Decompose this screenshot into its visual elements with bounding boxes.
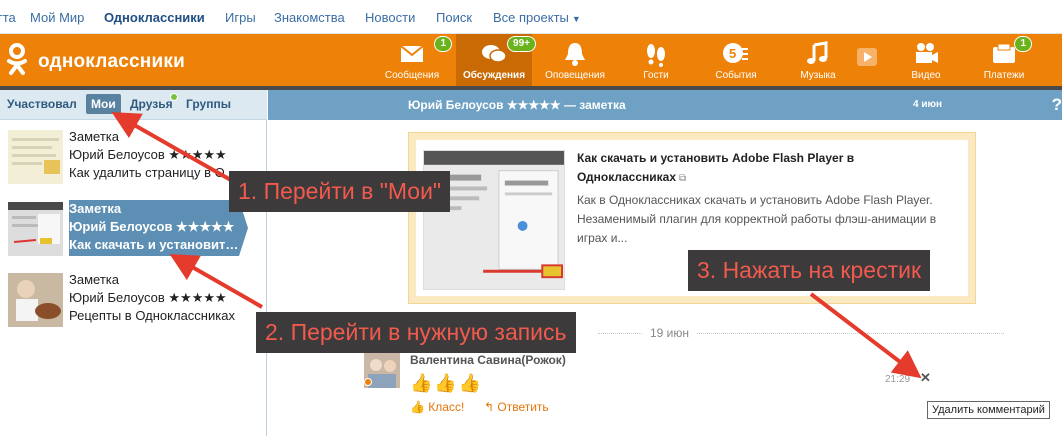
conversation-type: Заметка	[69, 201, 122, 216]
discussion-tabs: Участвовал Мои Друзья Группы	[0, 90, 267, 120]
nav-payments-label: Платежи	[983, 70, 1025, 81]
nav-guests[interactable]: Гости	[628, 34, 684, 86]
conversation-type: Заметка	[69, 129, 119, 144]
comment-author[interactable]: Валентина Савина(Рожок)	[410, 353, 566, 367]
portal-link-gta[interactable]: гта	[0, 10, 16, 25]
conversation-author: Юрий Белоусов ★★★★★	[69, 147, 227, 162]
annotation-step-3: 3. Нажать на крестик	[688, 250, 931, 291]
avatar[interactable]	[364, 352, 400, 388]
note-thumbnail	[8, 202, 63, 256]
external-link-icon: ⧉	[679, 173, 687, 184]
portal-link-moi-mir[interactable]: Мой Мир	[30, 10, 84, 25]
conversation-author: Юрий Белоусов ★★★★★	[69, 290, 227, 305]
discussions-badge: 99+	[507, 36, 536, 52]
delete-comment-tooltip: Удалить комментарий	[927, 401, 1050, 419]
music-note-icon	[807, 41, 828, 64]
delete-comment-icon[interactable]: ✕	[920, 370, 931, 386]
nav-video[interactable]: Видео	[896, 34, 956, 86]
portal-link-games[interactable]: Игры	[225, 10, 256, 25]
tab-mine[interactable]: Мои	[86, 94, 121, 114]
envelope-icon	[400, 45, 424, 62]
play-icon	[857, 48, 877, 66]
conversation-text: Заметка Юрий Белоусов ★★★★★ Как удалить …	[69, 128, 239, 182]
note-thumbnail	[8, 130, 63, 184]
note-thumbnail	[8, 273, 63, 327]
portal-link-odnoklassniki[interactable]: Одноклассники	[104, 10, 205, 25]
note-card-title[interactable]: Как скачать и установить Adobe Flash Pla…	[577, 149, 937, 188]
reply-label: Ответить	[497, 400, 549, 414]
messages-badge: 1	[434, 36, 452, 52]
tab-friends[interactable]: Друзья	[130, 97, 173, 111]
note-title-text: Как скачать и установить Adobe Flash Pla…	[577, 151, 855, 184]
conversation-type: Заметка	[69, 272, 119, 287]
thumbs-up-icons: 👍👍👍	[410, 373, 484, 393]
events-icon: 5	[723, 43, 748, 63]
reply-arrow-icon: ↰	[484, 400, 498, 414]
annotation-step-1: 1. Перейти в "Мои"	[229, 171, 451, 212]
discussion-header: Юрий Белоусов ★★★★★ — заметка 4 июн ?	[268, 90, 1062, 120]
conversation-title: Рецепты в Одноклассниках	[69, 308, 235, 323]
logo-text: одноклассники	[38, 51, 185, 72]
nav-music[interactable]: Музыка	[790, 34, 846, 86]
nav-events-label: События	[715, 70, 757, 81]
nav-events[interactable]: 5 События	[706, 34, 766, 86]
nav-payments[interactable]: 1 Платежи	[974, 34, 1034, 86]
portal-link-news[interactable]: Новости	[365, 10, 415, 25]
note-card-description: Как в Одноклассниках скачать и установит…	[577, 193, 937, 245]
friends-online-indicator	[170, 93, 178, 101]
main-header: одноклассники 1 Сообщения 99+ Обсуждения…	[0, 34, 1062, 86]
conversation-item[interactable]: Заметка Юрий Белоусов ★★★★★ Как удалить …	[8, 128, 239, 186]
online-status-icon	[364, 378, 372, 386]
conversation-title: Как скачать и установить Adobe Flash Pla…	[69, 237, 239, 252]
nav-discussions-label: Обсуждения	[462, 70, 526, 81]
discussions-sidebar: Участвовал Мои Друзья Группы Заметка Юри…	[0, 90, 267, 436]
tab-groups[interactable]: Группы	[186, 97, 231, 111]
nav-video-label: Видео	[911, 70, 941, 81]
like-icon: 👍	[410, 400, 429, 414]
conversation-author: Юрий Белоусов ★★★★★	[69, 219, 235, 234]
video-camera-icon	[916, 43, 938, 63]
portal-bar: гта Мой Мир Одноклассники Игры Знакомств…	[0, 0, 1062, 34]
reply-button[interactable]: ↰ Ответить	[484, 400, 549, 414]
annotation-step-2: 2. Перейти в нужную запись	[256, 312, 576, 353]
events-count: 5	[729, 46, 736, 61]
discussion-title: Юрий Белоусов ★★★★★ — заметка	[408, 98, 626, 112]
all-projects-label: Все проекты	[493, 10, 569, 25]
nav-notifications[interactable]: Оповещения	[540, 34, 610, 86]
date-separator: 19 июн	[642, 326, 698, 340]
nav-guests-label: Гости	[643, 70, 669, 81]
portal-link-dating[interactable]: Знакомства	[274, 10, 345, 25]
comment-time: 21:29	[885, 374, 911, 385]
ok-logo-icon	[7, 43, 27, 75]
conversation-text: Заметка Юрий Белоусов ★★★★★ Рецепты в Од…	[69, 271, 239, 325]
nav-discussions[interactable]: 99+ Обсуждения	[456, 34, 536, 86]
nav-messages[interactable]: 1 Сообщения	[380, 34, 452, 86]
portal-link-search[interactable]: Поиск	[436, 10, 472, 25]
portal-link-all-projects[interactable]: Все проекты ▼	[493, 10, 581, 25]
nav-music-label: Музыка	[800, 70, 836, 81]
chat-bubbles-icon	[482, 45, 507, 63]
nav-messages-label: Сообщения	[384, 70, 440, 81]
nav-notifications-label: Оповещения	[545, 70, 605, 81]
bell-icon	[565, 43, 585, 66]
tab-participated[interactable]: Участвовал	[7, 97, 77, 111]
footprints-icon	[647, 44, 665, 67]
like-button[interactable]: 👍 Класс!	[410, 400, 464, 414]
dropdown-arrow-icon: ▼	[571, 14, 581, 24]
nav-play[interactable]	[852, 34, 882, 86]
discussion-view: Юрий Белоусов ★★★★★ — заметка 4 июн ? Ка…	[268, 90, 1062, 436]
discussion-date: 4 июн	[913, 99, 943, 110]
conversation-title: Как удалить страницу в Одноклассниках	[69, 165, 239, 180]
site-logo[interactable]: одноклассники	[4, 42, 185, 76]
conversation-text: Заметка Юрий Белоусов ★★★★★ Как скачать …	[69, 200, 239, 256]
conversation-item-selected[interactable]: Заметка Юрий Белоусов ★★★★★ Как скачать …	[8, 200, 248, 258]
like-label: Класс!	[428, 400, 465, 414]
payments-badge: 1	[1014, 36, 1032, 52]
help-icon[interactable]: ?	[1052, 95, 1062, 115]
conversation-item[interactable]: Заметка Юрий Белоусов ★★★★★ Рецепты в Од…	[8, 271, 238, 329]
